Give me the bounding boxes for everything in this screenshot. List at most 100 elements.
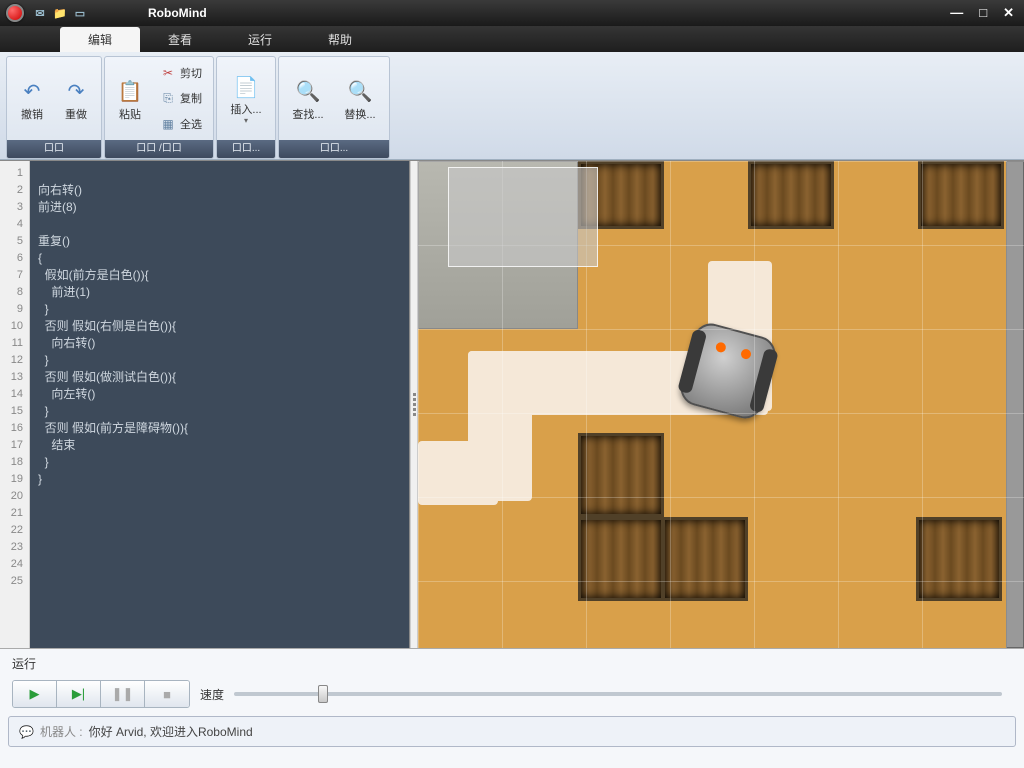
code-line[interactable] xyxy=(38,505,401,522)
map-viewport[interactable] xyxy=(418,161,1024,648)
code-line[interactable]: 前进(1) xyxy=(38,284,401,301)
code-line[interactable] xyxy=(38,488,401,505)
select-all-label: 全选 xyxy=(180,116,202,132)
maximize-button[interactable]: □ xyxy=(975,5,991,21)
code-line[interactable]: 否则 假如(做测试白色()){ xyxy=(38,369,401,386)
code-line[interactable]: 否则 假如(前方是障碍物()){ xyxy=(38,420,401,437)
speed-slider[interactable] xyxy=(234,692,1002,696)
line-number: 10 xyxy=(0,318,29,335)
ribbon-group1-label: 口口 xyxy=(7,140,101,158)
play-button[interactable]: ▶ xyxy=(13,681,57,707)
qat-folder-icon[interactable]: 📁 xyxy=(52,6,68,20)
line-number-gutter: 1234567891011121314151617181920212223242… xyxy=(0,161,30,648)
line-number: 3 xyxy=(0,199,29,216)
code-line[interactable]: 重复() xyxy=(38,233,401,250)
line-number: 24 xyxy=(0,556,29,573)
ribbon-group-insert: 📄 插入... ▾ 口口... xyxy=(216,56,276,159)
menu-edit[interactable]: 编辑 xyxy=(60,27,140,52)
insert-label: 插入... xyxy=(230,104,261,116)
run-controls: ▶ ▶| ❚❚ ■ 速度 xyxy=(8,674,1016,714)
code-line[interactable] xyxy=(38,539,401,556)
code-line[interactable]: 向右转() xyxy=(38,335,401,352)
select-all-button[interactable]: ▦ 全选 xyxy=(155,113,207,135)
line-number: 23 xyxy=(0,539,29,556)
code-editor[interactable]: 1234567891011121314151617181920212223242… xyxy=(0,161,410,648)
menu-view[interactable]: 查看 xyxy=(140,27,220,52)
insert-button[interactable]: 📄 插入... ▾ xyxy=(220,60,272,137)
close-button[interactable]: ✕ xyxy=(999,5,1018,21)
line-number: 25 xyxy=(0,573,29,590)
ribbon-group4-label: 口口... xyxy=(279,140,389,158)
line-number: 7 xyxy=(0,267,29,284)
find-label: 查找... xyxy=(292,109,323,121)
line-number: 1 xyxy=(0,165,29,182)
speed-slider-thumb[interactable] xyxy=(318,685,328,703)
code-line[interactable]: 向右转() xyxy=(38,182,401,199)
cut-icon: ✂ xyxy=(160,65,176,81)
code-line[interactable] xyxy=(38,165,401,182)
stop-button[interactable]: ■ xyxy=(145,681,189,707)
cut-button[interactable]: ✂ 剪切 xyxy=(155,62,207,84)
code-line[interactable]: 向左转() xyxy=(38,386,401,403)
title-bar: ✉ 📁 ▭ RoboMind — □ ✕ xyxy=(0,0,1024,26)
find-icon: 🔍 xyxy=(293,77,323,107)
line-number: 6 xyxy=(0,250,29,267)
qat-mail-icon[interactable]: ✉ xyxy=(32,6,48,20)
line-number: 11 xyxy=(0,335,29,352)
ribbon-group3-label: 口口... xyxy=(217,140,275,158)
undo-button[interactable]: ↶ 撤销 xyxy=(10,60,54,137)
status-message-box: 💬 机器人 : 你好 Arvid, 欢迎进入RoboMind xyxy=(8,716,1016,747)
code-line[interactable]: { xyxy=(38,250,401,267)
line-number: 15 xyxy=(0,403,29,420)
select-all-icon: ▦ xyxy=(160,116,176,132)
code-line[interactable] xyxy=(38,556,401,573)
ribbon-toolbar: ↶ 撤销 ↷ 重做 口口 📋 粘贴 ✂ 剪切 ⎘ 复制 xyxy=(0,52,1024,160)
ribbon-group2-label: 口口 /口口 xyxy=(105,140,213,158)
vertical-splitter[interactable] xyxy=(410,161,418,648)
quick-access-toolbar: ✉ 📁 ▭ xyxy=(32,6,88,20)
paste-button[interactable]: 📋 粘贴 xyxy=(108,60,152,137)
line-number: 14 xyxy=(0,386,29,403)
app-title: RoboMind xyxy=(108,6,946,20)
line-number: 16 xyxy=(0,420,29,437)
code-line[interactable]: } xyxy=(38,352,401,369)
cut-label: 剪切 xyxy=(180,65,202,81)
code-line[interactable]: } xyxy=(38,471,401,488)
find-button[interactable]: 🔍 查找... xyxy=(282,60,334,137)
code-line[interactable]: 假如(前方是白色()){ xyxy=(38,267,401,284)
minimap[interactable] xyxy=(448,167,598,267)
speech-bubble-icon: 💬 xyxy=(19,725,34,739)
code-line[interactable] xyxy=(38,216,401,233)
redo-icon: ↷ xyxy=(61,77,91,107)
undo-icon: ↶ xyxy=(17,77,47,107)
step-button[interactable]: ▶| xyxy=(57,681,101,707)
line-number: 5 xyxy=(0,233,29,250)
copy-button[interactable]: ⎘ 复制 xyxy=(155,87,207,109)
code-area[interactable]: 向右转()前进(8)重复(){ 假如(前方是白色()){ 前进(1) } 否则 … xyxy=(30,161,409,648)
minimize-button[interactable]: — xyxy=(946,5,967,21)
redo-button[interactable]: ↷ 重做 xyxy=(54,60,98,137)
code-line[interactable]: 结束 xyxy=(38,437,401,454)
code-line[interactable] xyxy=(38,573,401,590)
code-line[interactable]: } xyxy=(38,403,401,420)
status-message: 你好 Arvid, 欢迎进入RoboMind xyxy=(89,723,253,740)
copy-label: 复制 xyxy=(180,90,202,106)
pause-button[interactable]: ❚❚ xyxy=(101,681,145,707)
code-line[interactable]: 否则 假如(右侧是白色()){ xyxy=(38,318,401,335)
menu-help[interactable]: 帮助 xyxy=(300,27,380,52)
code-line[interactable]: } xyxy=(38,301,401,318)
code-line[interactable] xyxy=(38,522,401,539)
line-number: 13 xyxy=(0,369,29,386)
menu-run[interactable]: 运行 xyxy=(220,27,300,52)
speed-label: 速度 xyxy=(200,686,224,703)
menu-bar: 编辑 查看 运行 帮助 xyxy=(0,26,1024,52)
qat-doc-icon[interactable]: ▭ xyxy=(72,6,88,20)
run-panel-label: 运行 xyxy=(8,653,1016,674)
main-content: 1234567891011121314151617181920212223242… xyxy=(0,160,1024,648)
app-logo-icon xyxy=(6,4,24,22)
code-line[interactable]: 前进(8) xyxy=(38,199,401,216)
replace-button[interactable]: 🔍 替换... xyxy=(334,60,386,137)
paste-label: 粘贴 xyxy=(119,109,141,121)
code-line[interactable]: } xyxy=(38,454,401,471)
insert-icon: 📄 xyxy=(231,72,261,102)
